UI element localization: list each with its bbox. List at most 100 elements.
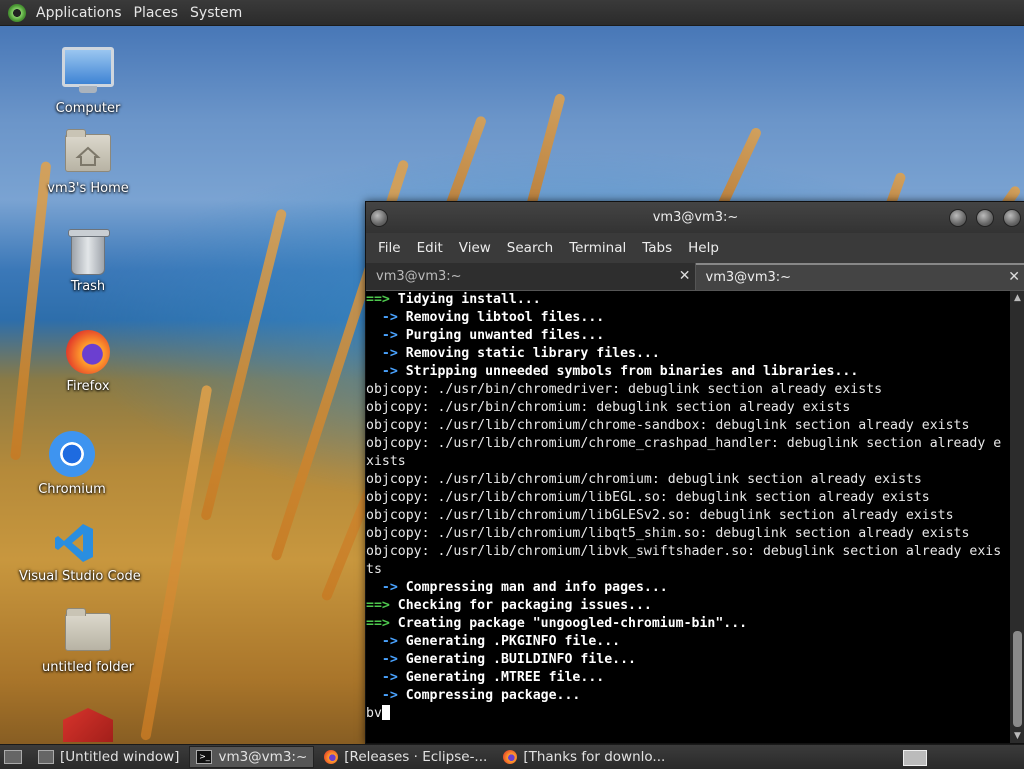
menu-edit[interactable]: Edit [409, 240, 451, 256]
terminal-line: ==> Tidying install... [366, 291, 1009, 309]
desktop-icon-app[interactable] [33, 708, 143, 742]
desktop-icon-chromium[interactable]: Chromium [17, 431, 127, 497]
firefox-icon [503, 750, 517, 764]
terminal-line: objcopy: ./usr/lib/chromium/libEGL.so: d… [366, 489, 1009, 507]
desktop-icon-firefox[interactable]: Firefox [33, 330, 143, 394]
terminal-line: objcopy: ./usr/lib/chromium/libqt5_shim.… [366, 525, 1009, 543]
terminal-line-text: objcopy: ./usr/lib/chromium/chrome-sandb… [366, 418, 969, 433]
top-panel: Applications Places System [0, 0, 1024, 26]
desktop-icon-home[interactable]: vm3's Home [33, 134, 143, 196]
taskbar-item-label: [Releases · Eclipse-... [344, 749, 487, 765]
taskbar-item-terminal[interactable]: >_ vm3@vm3:~ [189, 746, 314, 768]
terminal-line: -> Stripping unneeded symbols from binar… [366, 363, 1009, 381]
desktop-icon-computer[interactable]: Computer [33, 47, 143, 116]
terminal-line-text: Generating .MTREE file... [406, 670, 605, 685]
terminal-line-text: Removing static library files... [406, 346, 660, 361]
terminal-line-prefix: ==> [366, 598, 398, 613]
terminal-prompt-line[interactable]: bv [366, 705, 1009, 723]
terminal-tabbar: vm3@vm3:~ ✕ vm3@vm3:~ ✕ [366, 263, 1024, 291]
distro-logo-icon[interactable] [8, 4, 26, 22]
terminal-line-prefix: -> [366, 310, 406, 325]
terminal-line-text: Stripping unneeded symbols from binaries… [406, 364, 859, 379]
terminal-line-text: objcopy: ./usr/lib/chromium/chromium: de… [366, 472, 922, 487]
terminal-line-text: objcopy: ./usr/lib/chromium/chrome_crash… [366, 436, 1001, 451]
workspace-switcher[interactable] [903, 750, 927, 766]
tab-terminal-1[interactable]: vm3@vm3:~ ✕ [366, 263, 696, 290]
desktop-icon-trash[interactable]: Trash [33, 233, 143, 294]
firefox-icon [66, 330, 110, 374]
scroll-thumb[interactable] [1013, 631, 1022, 727]
menu-applications[interactable]: Applications [30, 5, 128, 21]
terminal-line-text: Compressing package... [406, 688, 581, 703]
terminal-line: objcopy: ./usr/bin/chromedriver: debugli… [366, 381, 1009, 399]
terminal-output[interactable]: ==> Tidying install... -> Removing libto… [366, 291, 1009, 743]
terminal-line-text: Tidying install... [398, 292, 541, 307]
terminal-line: -> Purging unwanted files... [366, 327, 1009, 345]
terminal-line-prefix: -> [366, 346, 406, 361]
terminal-line-text: Compressing man and info pages... [406, 580, 668, 595]
terminal-line-text: objcopy: ./usr/lib/chromium/libvk_swifts… [366, 544, 1001, 559]
menu-system[interactable]: System [184, 5, 248, 21]
taskbar-item-untitled-window[interactable]: [Untitled window] [32, 747, 185, 767]
terminal-line: -> Compressing man and info pages... [366, 579, 1009, 597]
terminal-line-text: Generating .PKGINFO file... [406, 634, 620, 649]
terminal-line-text: xists [366, 454, 406, 469]
taskbar-item-label: [Untitled window] [60, 749, 179, 765]
terminal-line: objcopy: ./usr/lib/chromium/chrome_crash… [366, 435, 1009, 453]
window-icon [38, 750, 54, 764]
menu-terminal[interactable]: Terminal [561, 240, 634, 256]
trash-icon [71, 233, 105, 275]
terminal-line-prefix: -> [366, 328, 406, 343]
tab-terminal-2[interactable]: vm3@vm3:~ ✕ [696, 263, 1024, 290]
computer-icon [62, 47, 114, 87]
terminal-line-text: Removing libtool files... [406, 310, 605, 325]
close-icon[interactable]: ✕ [1008, 265, 1020, 290]
terminal-line: objcopy: ./usr/lib/chromium/libGLESv2.so… [366, 507, 1009, 525]
scroll-up-icon[interactable]: ▲ [1010, 291, 1024, 305]
terminal-line: -> Compressing package... [366, 687, 1009, 705]
taskbar-item-firefox-releases[interactable]: [Releases · Eclipse-... [318, 747, 493, 767]
desktop-icon-untitled-folder[interactable]: untitled folder [33, 613, 143, 675]
tab-label: vm3@vm3:~ [376, 269, 462, 284]
terminal-line-prefix: -> [366, 364, 406, 379]
terminal-scrollbar[interactable]: ▲ ▼ [1010, 291, 1024, 743]
terminal-line: objcopy: ./usr/bin/chromium: debuglink s… [366, 399, 1009, 417]
show-desktop-icon[interactable] [4, 750, 22, 764]
close-icon[interactable]: ✕ [679, 263, 691, 290]
terminal-line: ts [366, 561, 1009, 579]
vscode-icon [52, 521, 96, 565]
terminal-line-text: Generating .BUILDINFO file... [406, 652, 636, 667]
menu-file[interactable]: File [370, 240, 409, 256]
terminal-line: objcopy: ./usr/lib/chromium/libvk_swifts… [366, 543, 1009, 561]
terminal-line-text: ts [366, 562, 382, 577]
terminal-line: -> Removing libtool files... [366, 309, 1009, 327]
taskbar-item-firefox-thanks[interactable]: [Thanks for downlo... [497, 747, 671, 767]
text-cursor [382, 705, 390, 720]
terminal-line-text: Checking for packaging issues... [398, 598, 652, 613]
close-window-button[interactable] [1003, 209, 1021, 227]
menu-help[interactable]: Help [680, 240, 727, 256]
terminal-line-prefix: -> [366, 580, 406, 595]
terminal-line-text: Creating package "ungoogled-chromium-bin… [398, 616, 747, 631]
menu-view[interactable]: View [451, 240, 499, 256]
terminal-line-text: objcopy: ./usr/lib/chromium/libEGL.so: d… [366, 490, 930, 505]
terminal-line: -> Generating .BUILDINFO file... [366, 651, 1009, 669]
terminal-input-text[interactable]: bv [366, 706, 382, 721]
window-title-bar[interactable]: vm3@vm3:~ [366, 202, 1024, 233]
window-title: vm3@vm3:~ [653, 210, 739, 225]
menu-tabs[interactable]: Tabs [634, 240, 680, 256]
maximize-button[interactable] [976, 209, 994, 227]
menu-places[interactable]: Places [128, 5, 185, 21]
desktop-icon-label: Computer [33, 101, 143, 116]
minimize-button[interactable] [949, 209, 967, 227]
window-menu-button[interactable] [370, 209, 388, 227]
taskbar: [Untitled window] >_ vm3@vm3:~ [Releases… [0, 744, 1024, 769]
terminal-line: objcopy: ./usr/lib/chromium/chromium: de… [366, 471, 1009, 489]
terminal-line-prefix: -> [366, 670, 406, 685]
terminal-line-prefix: -> [366, 688, 406, 703]
menu-search[interactable]: Search [499, 240, 561, 256]
terminal-window: vm3@vm3:~ File Edit View Search Terminal… [365, 201, 1024, 744]
desktop-icon-label: Firefox [33, 379, 143, 394]
scroll-down-icon[interactable]: ▼ [1010, 729, 1024, 743]
desktop-icon-vscode[interactable]: Visual Studio Code [19, 521, 129, 584]
